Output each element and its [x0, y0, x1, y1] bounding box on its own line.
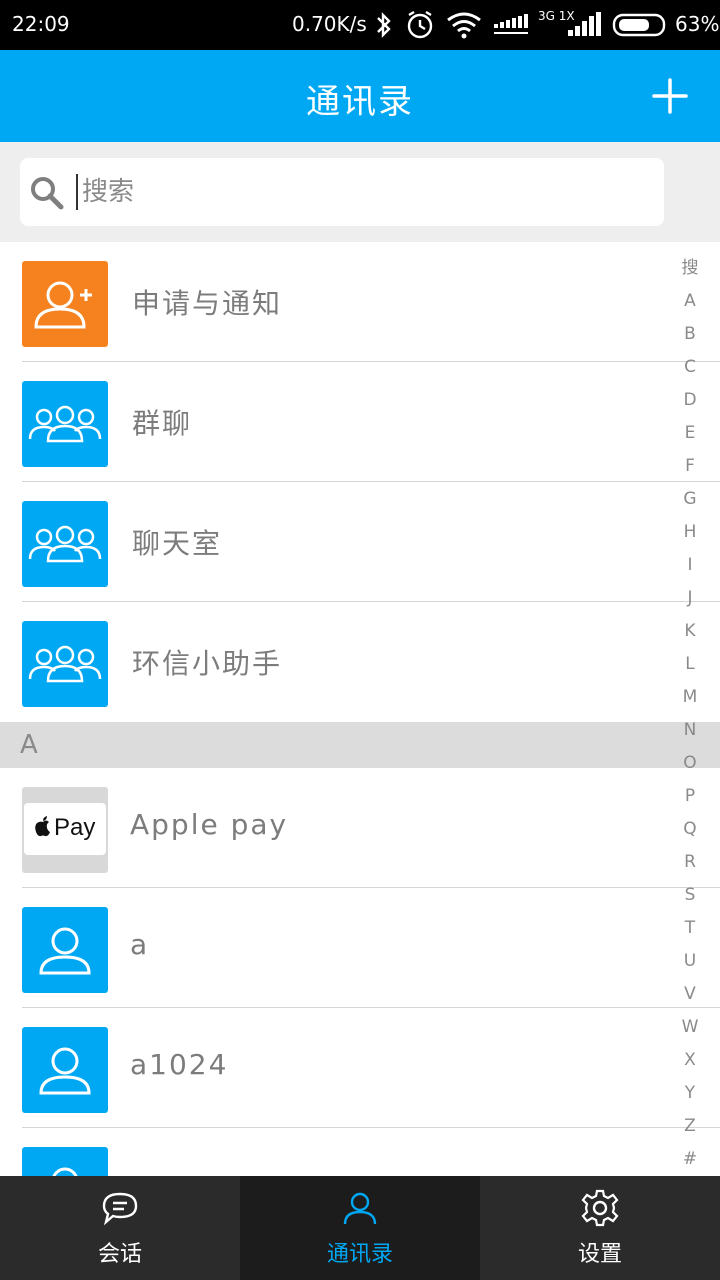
avatar [22, 381, 108, 467]
apple-pay-text: Pay [54, 814, 96, 841]
battery-icon [612, 13, 666, 37]
index-letter[interactable]: Q [670, 813, 710, 846]
list-item-label: 环信小助手 [132, 647, 283, 680]
index-letter[interactable]: T [670, 912, 710, 945]
user-icon [52, 1167, 78, 1176]
tab-conversations[interactable]: 会话 [0, 1176, 240, 1280]
alarm-icon [407, 10, 433, 39]
avatar [22, 261, 108, 347]
index-letter[interactable]: H [670, 516, 710, 549]
avatar [22, 907, 108, 993]
bottom-nav: 会话 通讯录 设置 [0, 1176, 720, 1280]
list-item-assistant[interactable]: 环信小助手 [0, 602, 720, 722]
search-bar [0, 142, 720, 242]
index-letter[interactable]: 搜 [670, 252, 710, 285]
cell-signal-icon [568, 12, 601, 36]
contacts-icon [343, 1192, 377, 1225]
index-letter[interactable]: J [670, 582, 710, 615]
plus-icon[interactable] [648, 74, 692, 118]
avatar [22, 1147, 108, 1176]
user-icon [39, 927, 91, 975]
search-input[interactable] [82, 158, 642, 226]
index-letter[interactable]: W [670, 1011, 710, 1044]
index-letter[interactable]: R [670, 846, 710, 879]
gear-icon [581, 1189, 619, 1227]
tab-settings[interactable]: 设置 [480, 1176, 720, 1280]
apple-icon [35, 816, 50, 837]
index-letter[interactable]: M [670, 681, 710, 714]
index-letter[interactable]: L [670, 648, 710, 681]
page-title: 通讯录 [306, 82, 414, 122]
list-item-contact[interactable]: a [0, 888, 720, 1008]
list-item-notifications[interactable]: 申请与通知 [0, 242, 720, 362]
signal-dots-icon [494, 14, 528, 34]
list-item-label: 申请与通知 [132, 287, 283, 320]
index-letter[interactable]: K [670, 615, 710, 648]
chat-icon [102, 1192, 138, 1226]
index-letter[interactable]: P [670, 780, 710, 813]
status-time: 22:09 [12, 12, 70, 36]
index-letter[interactable]: S [670, 879, 710, 912]
index-letter[interactable]: A [670, 285, 710, 318]
group-icon [28, 525, 102, 563]
avatar [22, 501, 108, 587]
list-item-chatroom[interactable]: 聊天室 [0, 482, 720, 602]
index-letter[interactable]: B [670, 318, 710, 351]
search-icon [31, 177, 64, 210]
bluetooth-icon [377, 12, 391, 38]
apple-pay-logo: Pay [24, 803, 106, 855]
index-letter[interactable]: G [670, 483, 710, 516]
status-bar: 22:09 0.70K/s 3G 1X 63% [0, 0, 720, 50]
index-letter[interactable]: F [670, 450, 710, 483]
index-letter[interactable]: I [670, 549, 710, 582]
section-letter: A [20, 730, 38, 760]
battery-percent: 63% [675, 12, 720, 36]
tab-contacts[interactable]: 通讯录 [240, 1176, 480, 1280]
title-bar: 通讯录 [0, 50, 720, 142]
index-letter[interactable]: X [670, 1044, 710, 1077]
index-letter[interactable]: U [670, 945, 710, 978]
user-icon [39, 1047, 91, 1095]
tab-label: 会话 [97, 1242, 142, 1267]
add-user-icon [34, 281, 92, 329]
list-item-contact[interactable] [0, 1128, 720, 1176]
index-letter[interactable]: E [670, 417, 710, 450]
avatar [22, 1027, 108, 1113]
avatar: Pay [22, 787, 108, 873]
index-letter[interactable]: O [670, 747, 710, 780]
index-letter[interactable]: V [670, 978, 710, 1011]
tab-label: 通讯录 [326, 1242, 393, 1267]
search-box[interactable] [20, 158, 664, 226]
index-letter[interactable]: Y [670, 1077, 710, 1110]
section-header: A [0, 722, 720, 768]
avatar [22, 621, 108, 707]
status-speed: 0.70K/s [292, 12, 367, 36]
list-item-group-chat[interactable]: 群聊 [0, 362, 720, 482]
list-item-contact[interactable]: a1024 [0, 1008, 720, 1128]
index-letter[interactable]: C [670, 351, 710, 384]
list-item-label: 群聊 [132, 407, 193, 440]
group-icon [28, 405, 102, 443]
tab-label: 设置 [577, 1242, 622, 1267]
contact-list[interactable]: 申请与通知 群聊 聊天室 环信小助手 A Pay Apple pay a a10… [0, 242, 720, 1176]
group-icon [28, 645, 102, 683]
list-item-label: a1024 [130, 1048, 229, 1081]
text-caret [76, 174, 78, 210]
index-letter[interactable]: # [670, 1143, 710, 1176]
index-letter[interactable]: D [670, 384, 710, 417]
list-item-label: Apple pay [130, 808, 289, 841]
wifi-icon [447, 12, 481, 39]
list-item-contact[interactable]: Pay Apple pay [0, 768, 720, 888]
alphabet-index-bar[interactable]: 搜 A B C D E F G H I J K L M N O P Q R S T U V W X Y Z # [670, 252, 710, 1176]
index-letter[interactable]: Z [670, 1110, 710, 1143]
list-item-label: 聊天室 [132, 527, 223, 560]
index-letter[interactable]: N [670, 714, 710, 747]
list-item-label: a [130, 928, 150, 961]
